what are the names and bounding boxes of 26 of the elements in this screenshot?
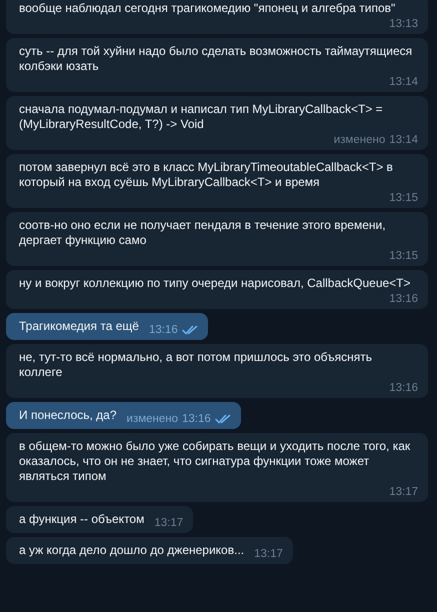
message-text: ну и вокруг коллекцию по типу очереди нарисовал, CallbackQueue<T> xyxy=(19,276,411,292)
message-time: 13:15 xyxy=(389,192,418,204)
message-text: потом завернул всё это в класс MyLibraryTimeoutableCallback<T> в который на вход суёшь MyLibraryCallback<T> и время xyxy=(19,160,394,191)
message-text: сначала подумал-подумал и написал тип MyLibraryCallback<T> = (MyLibraryResultCode, T?) -> Void xyxy=(19,102,384,133)
message-text: а функция -- объектом xyxy=(19,512,144,528)
message-time: 13:13 xyxy=(389,18,418,30)
message-text: Трагикомедия та ещё xyxy=(19,319,139,335)
message-text: И понеслось, да? xyxy=(19,408,117,424)
message-time: 13:16 xyxy=(389,293,418,305)
message-text: не, тут-то всё нормально, а вот потом пришлось это объяснять коллеге xyxy=(19,350,373,381)
edited-label: изменено xyxy=(334,134,386,146)
message-time: 13:14 xyxy=(389,76,418,88)
message-time: 13:14 xyxy=(389,134,418,146)
message-time: 13:16 xyxy=(389,382,418,394)
message-time: 13:15 xyxy=(389,250,418,262)
message-text: а уж когда дело дошло до дженериков... xyxy=(19,543,244,559)
message-time: 13:16 xyxy=(148,324,178,336)
message-time: 13:16 xyxy=(182,413,211,425)
message-text: вообще наблюдал сегодня трагикомедию "японец и алгебра типов" xyxy=(19,1,396,17)
message-time: 13:17 xyxy=(254,548,283,560)
message-text: суть -- для той хуйни надо было сделать возможность таймаутящиеся колбэки юзать xyxy=(19,44,414,75)
message-text: соотв-но оно если не получает пендаля в течение этого времени, дергает функцию само xyxy=(19,218,387,249)
message-time: 13:17 xyxy=(154,517,184,529)
edited-label: изменено xyxy=(126,413,178,425)
message-text: в общем-то можно было уже собирать вещи и уходить после того, как оказалось, что он не знает, что сигнатура функции тоже может являться типом xyxy=(19,439,412,485)
message-time: 13:17 xyxy=(389,486,418,498)
